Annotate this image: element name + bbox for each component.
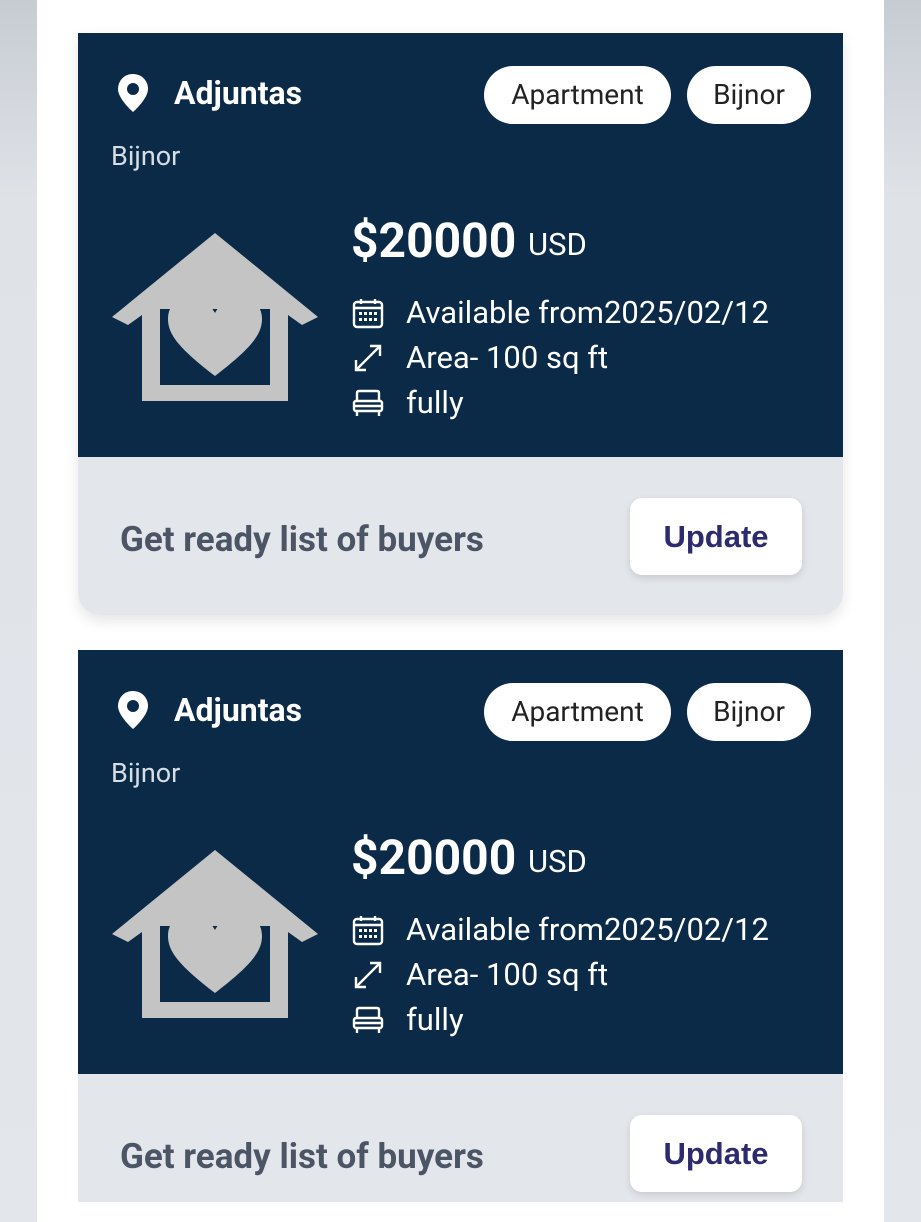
calendar-icon	[352, 299, 384, 329]
expand-arrows-icon	[354, 961, 382, 989]
listing-card-footer: Get ready list of buyers Update	[78, 1074, 843, 1202]
bed-icon	[352, 1006, 384, 1033]
listing-location: Adjuntas	[174, 74, 303, 112]
property-type-tag: Apartment	[484, 683, 671, 741]
update-button[interactable]: Update	[630, 498, 802, 575]
furnishing-text: fully	[406, 384, 464, 421]
listing-card-header: Adjuntas Bijnor Apartment Bijnor $20000 …	[78, 650, 843, 1074]
listing-card[interactable]: Adjuntas Bijnor Apartment Bijnor $20000 …	[78, 650, 843, 1202]
bed-icon	[352, 389, 384, 416]
buyers-prompt: Get ready list of buyers	[120, 1136, 484, 1177]
listing-sub-location: Bijnor	[111, 140, 181, 172]
house-heart-icon	[112, 233, 318, 401]
listing-card-footer: Get ready list of buyers Update	[78, 457, 843, 615]
listing-sub-location: Bijnor	[111, 757, 181, 789]
listing-card[interactable]: Adjuntas Bijnor Apartment Bijnor $20000 …	[78, 33, 843, 615]
calendar-icon	[352, 916, 384, 946]
listing-card-header: Adjuntas Bijnor Apartment Bijnor $20000 …	[78, 33, 843, 457]
listing-price: $20000	[351, 212, 517, 269]
listing-location: Adjuntas	[174, 691, 303, 729]
listing-page: Adjuntas Bijnor Apartment Bijnor $20000 …	[37, 0, 884, 1222]
map-pin-icon	[118, 74, 148, 112]
listing-currency: USD	[528, 843, 587, 880]
area-text: Area- 100 sq ft	[406, 339, 609, 376]
listing-price: $20000	[351, 829, 517, 886]
map-pin-icon	[118, 691, 148, 729]
listing-currency: USD	[528, 226, 587, 263]
availability-text: Available from2025/02/12	[406, 294, 769, 331]
area-text: Area- 100 sq ft	[406, 956, 609, 993]
update-button[interactable]: Update	[630, 1115, 802, 1192]
expand-arrows-icon	[354, 344, 382, 372]
availability-text: Available from2025/02/12	[406, 911, 769, 948]
property-type-tag: Apartment	[484, 66, 671, 124]
buyers-prompt: Get ready list of buyers	[120, 519, 484, 560]
furnishing-text: fully	[406, 1001, 464, 1038]
city-tag: Bijnor	[687, 683, 811, 741]
house-heart-icon	[112, 850, 318, 1018]
city-tag: Bijnor	[687, 66, 811, 124]
